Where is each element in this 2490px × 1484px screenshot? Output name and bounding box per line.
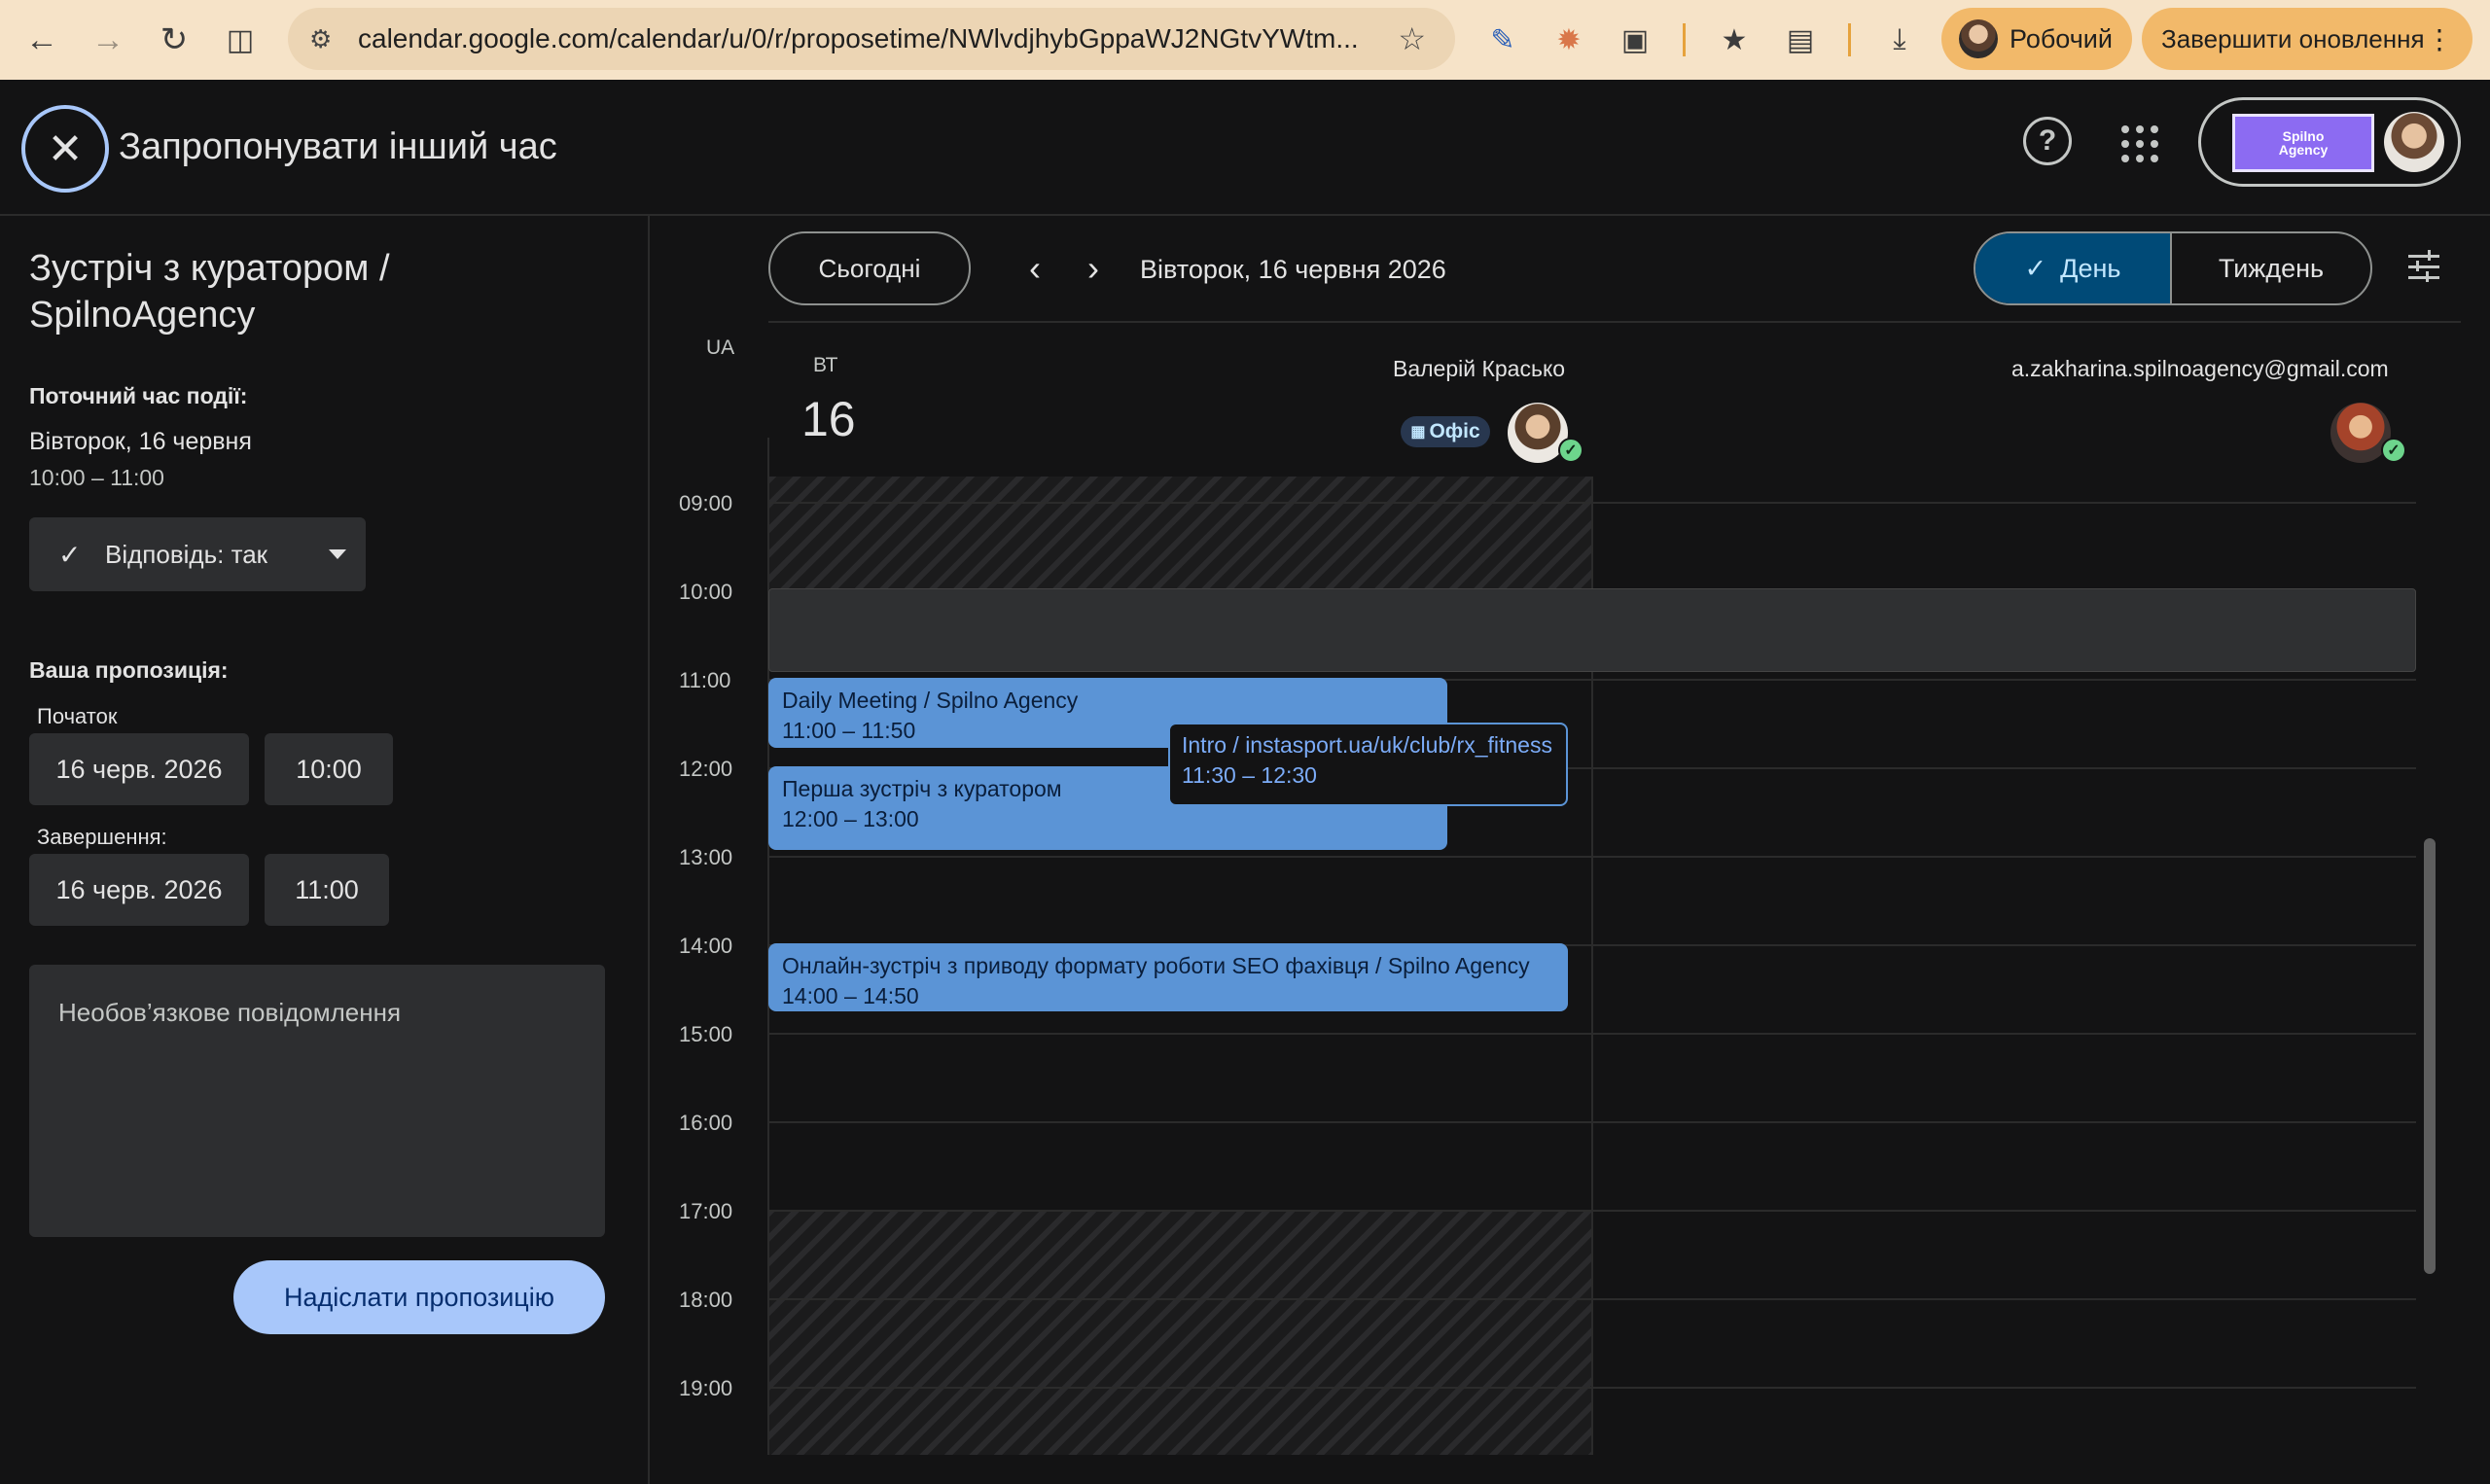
proposal-panel: Зустріч з куратором / SpilnoAgency Поточ… bbox=[0, 216, 650, 1484]
view-day-button[interactable]: ✓ День bbox=[1975, 233, 2172, 303]
help-icon[interactable]: ? bbox=[2023, 117, 2072, 165]
hour-label: 12:00 bbox=[679, 757, 733, 781]
start-label: Початок bbox=[37, 704, 118, 728]
account-avatar bbox=[2384, 112, 2444, 172]
reload-icon[interactable]: ↻ bbox=[150, 16, 198, 64]
hour-label: 11:00 bbox=[679, 668, 731, 692]
attendee-email: a.zakharina.spilnoagency@gmail.com bbox=[2011, 356, 2389, 381]
current-time: 10:00 – 11:00 bbox=[29, 465, 164, 490]
page-title: Запропонувати інший час bbox=[119, 126, 557, 167]
extension-burst-icon[interactable]: ✹ bbox=[1547, 18, 1591, 62]
toolbar-divider bbox=[768, 321, 2461, 323]
prev-day-icon[interactable]: ‹ bbox=[1012, 245, 1058, 292]
download-icon[interactable]: ⤓ bbox=[1877, 18, 1922, 62]
extensions-puzzle-icon[interactable]: ▣ bbox=[1613, 18, 1657, 62]
browser-toolbar: ← → ↻ ◫ ⚙ calendar.google.com/calendar/u… bbox=[0, 0, 2490, 80]
hour-label: 18:00 bbox=[679, 1288, 733, 1312]
accepted-check-icon: ✓ bbox=[2381, 438, 2406, 463]
timezone-label: UA bbox=[706, 336, 735, 359]
brand-logo: Spilno Agency bbox=[2232, 114, 2374, 172]
rsvp-label: Відповідь: так bbox=[105, 539, 268, 569]
toolbar-separator bbox=[1848, 23, 1851, 56]
check-icon: ✓ bbox=[58, 539, 82, 570]
proposed-time-slot[interactable] bbox=[768, 588, 2416, 672]
event-time: 11:30 – 12:30 bbox=[1182, 762, 1317, 788]
calendar-event[interactable]: Онлайн-зустріч з приводу формату роботи … bbox=[768, 943, 1568, 1011]
more-vert-icon: ⋮ bbox=[2426, 23, 2453, 54]
proposal-heading: Ваша пропозиція: bbox=[29, 657, 229, 683]
start-time-field[interactable]: 10:00 bbox=[265, 733, 393, 805]
forward-arrow-icon[interactable]: → bbox=[84, 16, 132, 64]
check-icon: ✓ bbox=[2024, 253, 2047, 283]
update-button[interactable]: Завершити оновлення ⋮ bbox=[2142, 8, 2472, 70]
calendar-event[interactable]: Intro / instasport.ua/uk/club/rx_fitness… bbox=[1168, 723, 1568, 806]
hour-label: 14:00 bbox=[679, 934, 733, 958]
site-info-icon[interactable]: ⚙ bbox=[309, 24, 332, 54]
start-date-field[interactable]: 16 черв. 2026 bbox=[29, 733, 249, 805]
split-view-icon[interactable]: ◫ bbox=[216, 16, 265, 64]
apps-grid-icon[interactable] bbox=[2113, 117, 2165, 169]
hour-label: 16:00 bbox=[679, 1111, 733, 1135]
attendee-name: Валерій Красько bbox=[1393, 356, 1566, 381]
building-icon: ▦ bbox=[1410, 424, 1426, 441]
hour-label: 13:00 bbox=[679, 845, 733, 869]
tune-settings-icon[interactable] bbox=[2404, 247, 2443, 286]
day-of-week: ВТ bbox=[813, 354, 838, 376]
bookmark-star-icon[interactable]: ☆ bbox=[1398, 20, 1426, 57]
toolbar-separator bbox=[1683, 23, 1686, 56]
event-title: Зустріч з куратором / SpilnoAgency bbox=[29, 248, 390, 336]
profile-button[interactable]: Робочий bbox=[1941, 8, 2132, 70]
brand-logo-line1: Spilno bbox=[2282, 128, 2325, 144]
app-header: ✕ Запропонувати інший час ? Spilno Agenc… bbox=[0, 80, 2490, 216]
send-proposal-button[interactable]: Надіслати пропозицію bbox=[233, 1260, 605, 1334]
end-label: Завершення: bbox=[37, 825, 167, 849]
end-date-field[interactable]: 16 черв. 2026 bbox=[29, 854, 249, 926]
view-day-label: День bbox=[2060, 253, 2121, 283]
dropdown-arrow-icon bbox=[329, 549, 346, 559]
event-title: Онлайн-зустріч з приводу формату роботи … bbox=[782, 953, 1530, 978]
hour-label: 17:00 bbox=[679, 1199, 733, 1223]
message-input[interactable]: Необов’язкове повідомлення bbox=[29, 965, 605, 1237]
hour-label: 09:00 bbox=[679, 491, 733, 515]
url-text: calendar.google.com/calendar/u/0/r/propo… bbox=[358, 23, 1359, 53]
profile-label: Робочий bbox=[2010, 23, 2113, 53]
account-button[interactable]: Spilno Agency bbox=[2198, 97, 2461, 187]
end-time-field[interactable]: 11:00 bbox=[265, 854, 389, 926]
today-button[interactable]: Сьогодні bbox=[768, 231, 971, 305]
hour-label: 19:00 bbox=[679, 1376, 733, 1400]
extension-pen-icon[interactable]: ✎ bbox=[1480, 18, 1525, 62]
event-title: Daily Meeting / Spilno Agency bbox=[782, 688, 1079, 713]
brand-logo-line2: Agency bbox=[2278, 142, 2329, 158]
hour-label: 10:00 bbox=[679, 580, 733, 604]
next-day-icon[interactable]: › bbox=[1070, 245, 1117, 292]
message-placeholder: Необов’язкове повідомлення bbox=[58, 998, 402, 1027]
profile-avatar bbox=[1959, 19, 1998, 58]
update-label: Завершити оновлення bbox=[2161, 23, 2425, 53]
current-time-label: Поточний час події: bbox=[29, 383, 248, 408]
current-date: Вівторок, 16 червня bbox=[29, 428, 252, 455]
view-week-button[interactable]: Тиждень bbox=[2172, 233, 2370, 303]
accepted-check-icon: ✓ bbox=[1558, 438, 1583, 463]
bookmarks-icon[interactable]: ★ bbox=[1712, 18, 1757, 62]
reading-list-icon[interactable]: ▤ bbox=[1778, 18, 1823, 62]
close-icon: ✕ bbox=[47, 124, 84, 173]
view-switcher: ✓ День Тиждень bbox=[1974, 231, 2372, 305]
event-time: 12:00 – 13:00 bbox=[782, 806, 919, 831]
hour-label: 15:00 bbox=[679, 1022, 733, 1046]
close-button[interactable]: ✕ bbox=[21, 105, 109, 193]
working-location-label: Офіс bbox=[1429, 420, 1480, 442]
working-location-badge: ▦ Офіс bbox=[1401, 416, 1490, 447]
rsvp-dropdown[interactable]: ✓ Відповідь: так bbox=[29, 517, 366, 591]
address-bar[interactable]: ⚙ calendar.google.com/calendar/u/0/r/pro… bbox=[288, 8, 1455, 70]
date-heading: Вівторок, 16 червня 2026 bbox=[1140, 255, 1446, 284]
back-arrow-icon[interactable]: ← bbox=[18, 16, 66, 64]
event-time: 14:00 – 14:50 bbox=[782, 983, 919, 1008]
event-title: Intro / instasport.ua/uk/club/rx_fitness bbox=[1182, 732, 1552, 758]
vertical-scrollbar[interactable] bbox=[2424, 838, 2436, 1274]
day-number[interactable]: 16 bbox=[801, 391, 856, 447]
